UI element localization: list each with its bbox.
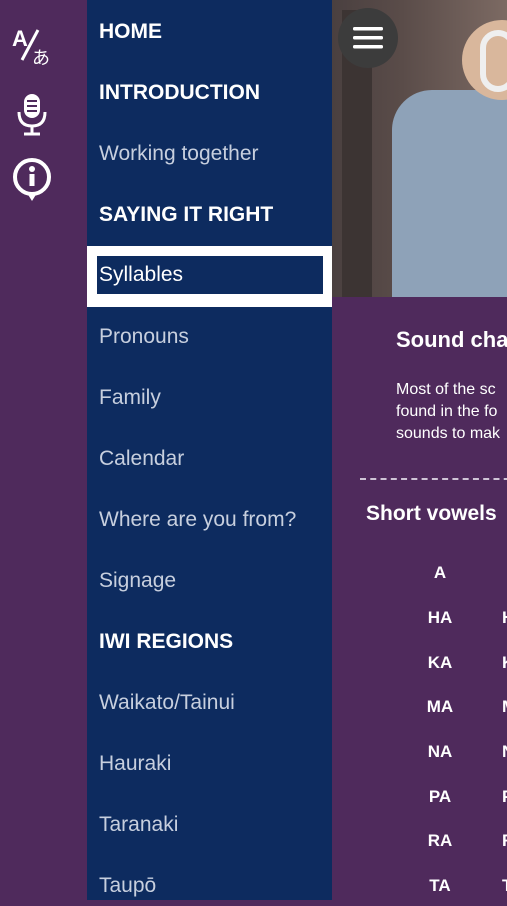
nav-item-iwi-regions[interactable]: IWI REGIONS — [99, 622, 327, 662]
vowel-cell[interactable]: KA — [412, 653, 468, 673]
nav-item-hauraki[interactable]: Hauraki — [99, 744, 327, 784]
vowel-cell[interactable]: A — [412, 563, 468, 583]
nav-item-taupo[interactable]: Taupō — [99, 866, 327, 906]
short-vowels-title: Short vowels — [366, 502, 497, 525]
body-line: found in the fo — [396, 403, 498, 420]
nav-item-waikato-tainui[interactable]: Waikato/Tainui — [99, 683, 327, 723]
info-icon — [13, 158, 51, 201]
vowel-cell-col2[interactable]: P — [502, 787, 507, 807]
vowel-cell-col2[interactable]: R — [502, 831, 507, 851]
nav-item-saying-it-right[interactable]: SAYING IT RIGHT — [99, 195, 327, 235]
vowel-cell-col2[interactable]: N — [502, 742, 507, 762]
dashed-divider — [360, 478, 507, 480]
vowel-cell-col2[interactable]: M — [502, 697, 507, 717]
nav-item-syllables-label: Syllables — [99, 263, 184, 286]
info-button[interactable] — [8, 156, 56, 204]
vowel-cell[interactable]: RA — [412, 831, 468, 851]
svg-text:A: A — [12, 26, 28, 51]
menu-button[interactable] — [338, 8, 398, 68]
vowel-cell-col2[interactable]: K — [502, 653, 507, 673]
vowel-cell[interactable]: TA — [412, 876, 468, 896]
translate-button[interactable]: A あ — [8, 22, 56, 70]
nav-item-signage[interactable]: Signage — [99, 561, 327, 601]
hero-person-jacket — [392, 90, 507, 297]
nav-item-working-together[interactable]: Working together — [99, 134, 327, 174]
svg-text:あ: あ — [32, 48, 50, 69]
nav-item-calendar[interactable]: Calendar — [99, 439, 327, 479]
vowel-cell[interactable]: HA — [412, 608, 468, 628]
navigation-drawer: HOME INTRODUCTION Working together SAYIN… — [87, 0, 346, 900]
vowel-cell-col2[interactable]: H — [502, 608, 507, 628]
body-line: sounds to mak — [396, 425, 501, 442]
nav-item-taranaki[interactable]: Taranaki — [99, 805, 327, 845]
hamburger-icon — [353, 27, 383, 49]
nav-item-family[interactable]: Family — [99, 378, 327, 418]
main-content: Sound char Most of the sc found in the f… — [332, 297, 507, 900]
vowel-cell[interactable]: PA — [412, 787, 468, 807]
vowel-cell-col2[interactable]: T — [502, 876, 507, 896]
vowel-cell[interactable]: MA — [412, 697, 468, 717]
icon-rail: A あ — [0, 0, 87, 900]
nav-item-where-are-you-from[interactable]: Where are you from? — [99, 500, 327, 540]
body-line: Most of the sc — [396, 381, 496, 398]
nav-item-syllables[interactable]: Syllables — [87, 246, 346, 307]
hero-headphones — [480, 30, 507, 92]
translate-icon: A あ — [12, 26, 50, 69]
vowel-cell[interactable]: NA — [412, 742, 468, 762]
nav-item-pronouns[interactable]: Pronouns — [99, 317, 327, 357]
microphone-icon — [17, 94, 47, 136]
nav-item-introduction[interactable]: INTRODUCTION — [99, 73, 327, 113]
nav-item-home[interactable]: HOME — [99, 12, 327, 52]
section-body: Most of the sc found in the fo sounds to… — [396, 379, 507, 445]
section-title: Sound char — [396, 327, 507, 352]
pronunciation-button[interactable] — [8, 90, 56, 138]
